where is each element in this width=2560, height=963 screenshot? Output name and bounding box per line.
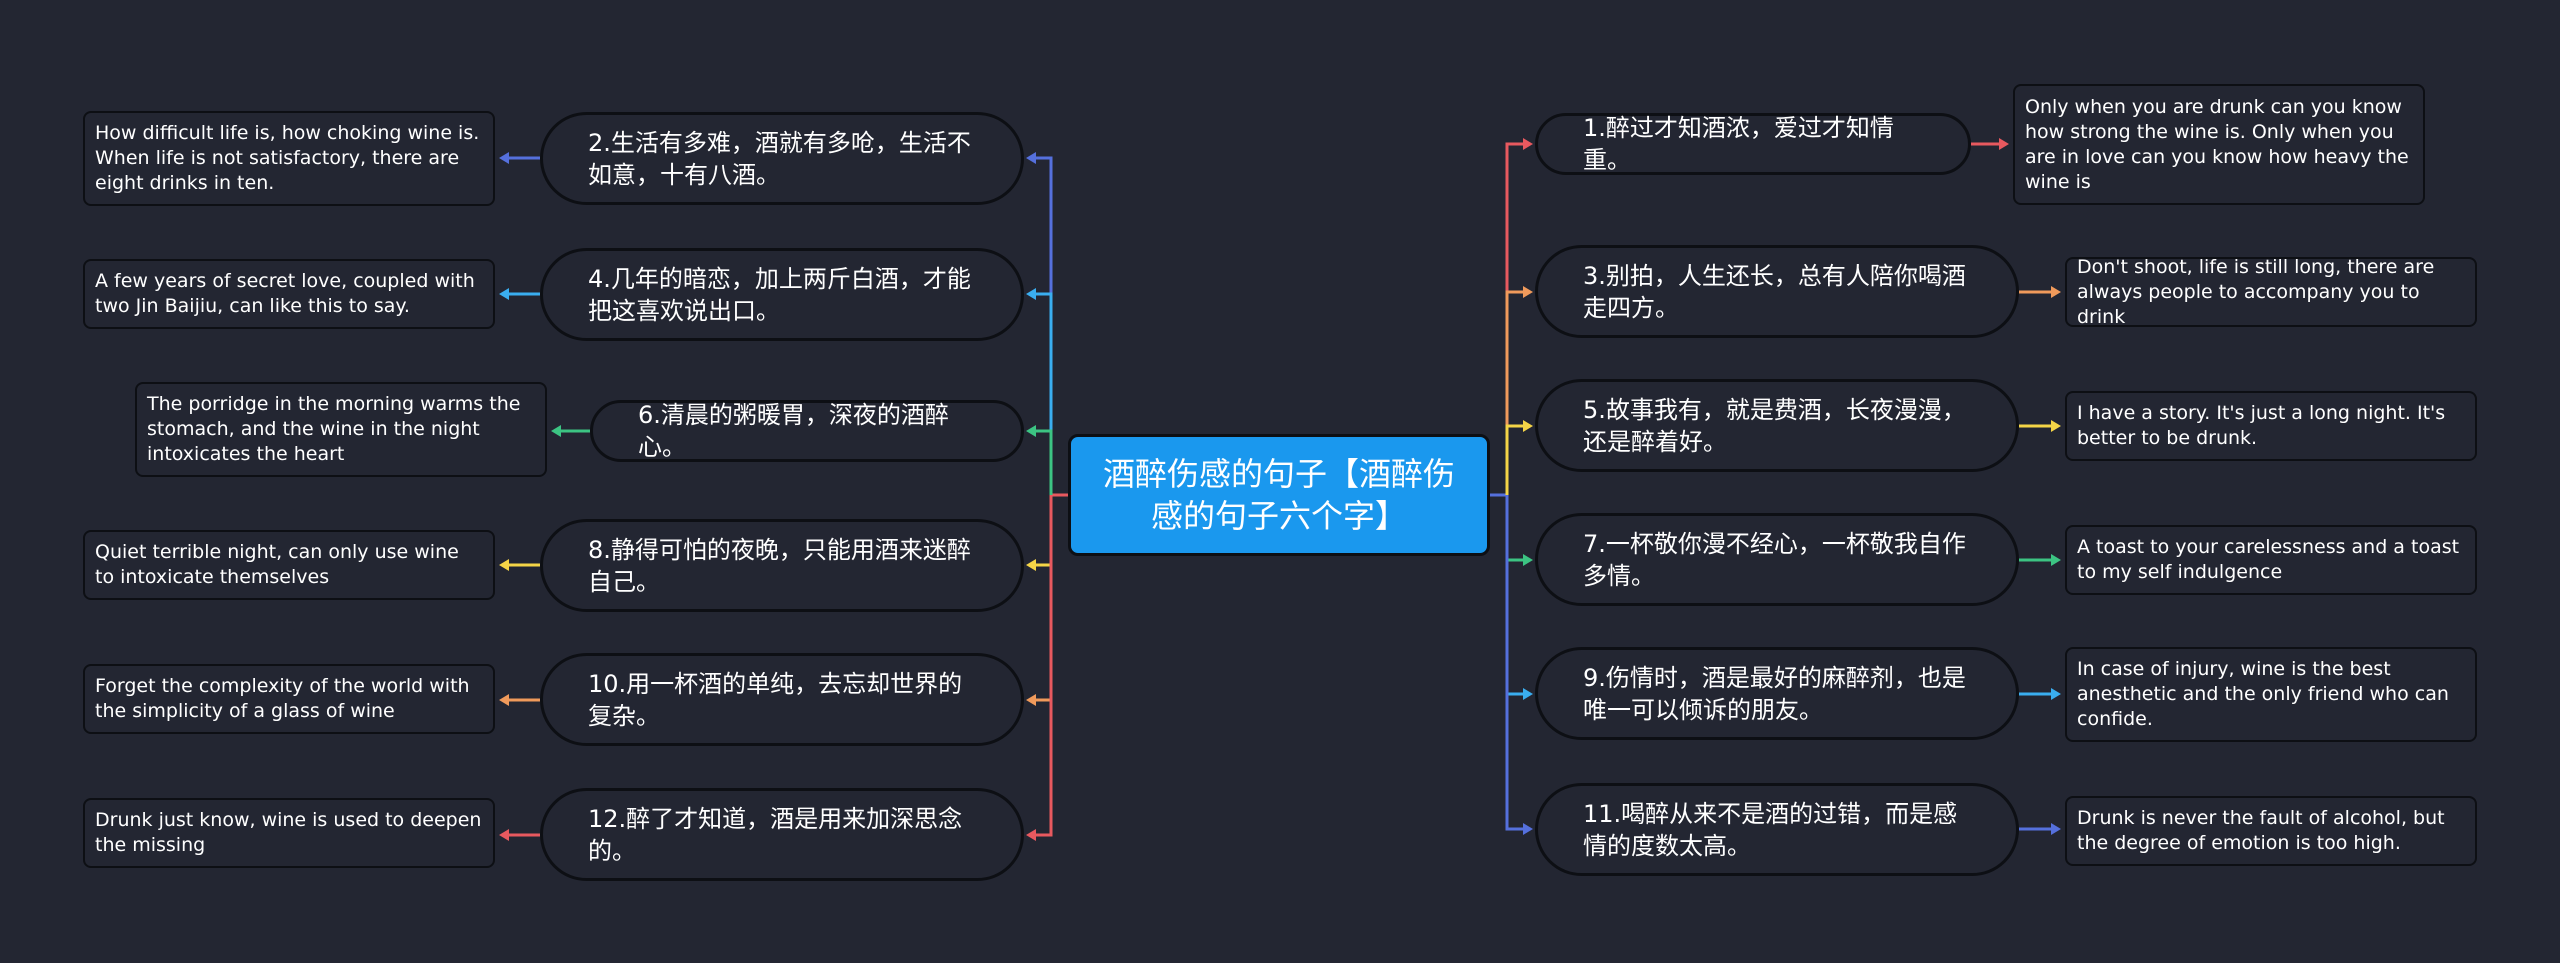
arrow-icon xyxy=(1999,138,2009,150)
leaf-text: Drunk is never the fault of alcohol, but… xyxy=(2077,807,2445,854)
branch-label: 9.伤情时，酒是最好的麻醉剂，也是唯一可以倾诉的朋友。 xyxy=(1583,663,1966,724)
branch-right-9[interactable]: 9.伤情时，酒是最好的麻醉剂，也是唯一可以倾诉的朋友。 xyxy=(1535,647,2019,740)
branch-left-10[interactable]: 10.用一杯酒的单纯，去忘却世界的复杂。 xyxy=(540,653,1024,746)
branch-label: 7.一杯敬你漫不经心，一杯敬我自作多情。 xyxy=(1583,529,1966,590)
connector-branch xyxy=(1505,290,1525,495)
arrow-icon xyxy=(1523,286,1533,298)
arrow-icon xyxy=(499,829,509,841)
branch-label: 3.别拍，人生还长，总有人陪你喝酒走四方。 xyxy=(1583,261,1966,322)
leaf-left-6[interactable]: The porridge in the morning warms the st… xyxy=(135,382,547,477)
connector-branch xyxy=(1505,495,1525,562)
connector-branch xyxy=(1034,495,1053,567)
leaf-right-9[interactable]: In case of injury, wine is the best anes… xyxy=(2065,647,2477,742)
branch-label: 10.用一杯酒的单纯，去忘却世界的复杂。 xyxy=(588,669,963,730)
leaf-text: A toast to your carelessness and a toast… xyxy=(2077,536,2460,583)
arrow-icon xyxy=(2051,688,2061,700)
connector-branch xyxy=(1034,429,1053,495)
central-topic-label: 酒醉伤感的句子【酒醉伤感的句子六个字】 xyxy=(1102,455,1455,535)
leaf-right-11[interactable]: Drunk is never the fault of alcohol, but… xyxy=(2065,796,2477,866)
branch-left-2[interactable]: 2.生活有多难，酒就有多呛，生活不如意，十有八酒。 xyxy=(540,112,1024,205)
connector-branch xyxy=(1034,495,1053,837)
arrow-icon xyxy=(499,559,509,571)
central-topic[interactable]: 酒醉伤感的句子【酒醉伤感的句子六个字】 xyxy=(1068,434,1490,556)
leaf-right-3[interactable]: Don't shoot, life is still long, there a… xyxy=(2065,255,2477,328)
branch-left-4[interactable]: 4.几年的暗恋，加上两斤白酒，才能把这喜欢说出口。 xyxy=(540,248,1024,341)
connector-branch xyxy=(1034,292,1053,495)
arrow-icon xyxy=(1026,694,1036,706)
leaf-right-7[interactable]: A toast to your carelessness and a toast… xyxy=(2065,525,2477,595)
leaf-left-12[interactable]: Drunk just know, wine is used to deepen … xyxy=(83,798,495,868)
leaf-text: Quiet terrible night, can only use wine … xyxy=(95,541,459,588)
branch-right-11[interactable]: 11.喝醉从来不是酒的过错，而是感情的度数太高。 xyxy=(1535,783,2019,876)
branch-left-6[interactable]: 6.清晨的粥暖胃，深夜的酒醉心。 xyxy=(590,400,1024,462)
connector-branch xyxy=(1034,495,1053,702)
arrow-icon xyxy=(1523,138,1533,150)
mindmap-canvas: 酒醉伤感的句子【酒醉伤感的句子六个字】 2.生活有多难，酒就有多呛，生活不如意，… xyxy=(0,0,2560,963)
arrow-icon xyxy=(1523,554,1533,566)
arrow-icon xyxy=(2051,420,2061,432)
leaf-text: Don't shoot, life is still long, there a… xyxy=(2077,255,2435,328)
arrow-icon xyxy=(2051,554,2061,566)
arrow-icon xyxy=(2051,823,2061,835)
arrow-icon xyxy=(499,288,509,300)
branch-label: 11.喝醉从来不是酒的过错，而是感情的度数太高。 xyxy=(1583,799,1958,860)
connector-branch xyxy=(1505,495,1525,696)
leaf-text: A few years of secret love, coupled with… xyxy=(95,270,475,317)
arrow-icon xyxy=(1026,152,1036,164)
arrow-icon xyxy=(551,425,561,437)
leaf-text: The porridge in the morning warms the st… xyxy=(147,393,521,465)
arrow-icon xyxy=(1523,823,1533,835)
arrow-icon xyxy=(499,694,509,706)
branch-label: 1.醉过才知酒浓，爱过才知情重。 xyxy=(1583,114,1894,174)
branch-right-7[interactable]: 7.一杯敬你漫不经心，一杯敬我自作多情。 xyxy=(1535,513,2019,606)
arrow-icon xyxy=(1523,420,1533,432)
leaf-left-10[interactable]: Forget the complexity of the world with … xyxy=(83,664,495,734)
branch-label: 2.生活有多难，酒就有多呛，生活不如意，十有八酒。 xyxy=(588,128,971,189)
branch-label: 8.静得可怕的夜晚，只能用酒来迷醉自己。 xyxy=(588,535,971,596)
connector-branch xyxy=(1034,156,1053,495)
leaf-left-8[interactable]: Quiet terrible night, can only use wine … xyxy=(83,530,495,600)
leaf-right-1[interactable]: Only when you are drunk can you know how… xyxy=(2013,84,2425,205)
branch-label: 12.醉了才知道，酒是用来加深思念的。 xyxy=(588,804,963,865)
leaf-text: Only when you are drunk can you know how… xyxy=(2025,95,2409,193)
branch-label: 5.故事我有，就是费酒，长夜漫漫，还是醉着好。 xyxy=(1583,395,1966,456)
arrow-icon xyxy=(1523,688,1533,700)
branch-right-5[interactable]: 5.故事我有，就是费酒，长夜漫漫，还是醉着好。 xyxy=(1535,379,2019,472)
arrow-icon xyxy=(1026,288,1036,300)
connector-branch xyxy=(1505,424,1525,495)
arrow-icon xyxy=(499,152,509,164)
branch-left-8[interactable]: 8.静得可怕的夜晚，只能用酒来迷醉自己。 xyxy=(540,519,1024,612)
arrow-icon xyxy=(1026,559,1036,571)
branch-label: 6.清晨的粥暖胃，深夜的酒醉心。 xyxy=(638,401,949,461)
leaf-left-2[interactable]: How difficult life is, how choking wine … xyxy=(83,111,495,206)
arrow-icon xyxy=(1026,829,1036,841)
branch-label: 4.几年的暗恋，加上两斤白酒，才能把这喜欢说出口。 xyxy=(588,264,971,325)
arrow-icon xyxy=(1026,425,1036,437)
leaf-text: I have a story. It's just a long night. … xyxy=(2077,402,2446,449)
branch-right-3[interactable]: 3.别拍，人生还长，总有人陪你喝酒走四方。 xyxy=(1535,245,2019,338)
leaf-text: How difficult life is, how choking wine … xyxy=(95,122,480,194)
leaf-text: In case of injury, wine is the best anes… xyxy=(2077,658,2449,730)
connector-branch xyxy=(1505,142,1525,495)
arrow-icon xyxy=(2051,286,2061,298)
connector-branch xyxy=(1505,495,1525,831)
leaf-right-5[interactable]: I have a story. It's just a long night. … xyxy=(2065,391,2477,461)
branch-right-1[interactable]: 1.醉过才知酒浓，爱过才知情重。 xyxy=(1535,113,1971,175)
leaf-text: Drunk just know, wine is used to deepen … xyxy=(95,809,482,856)
leaf-left-4[interactable]: A few years of secret love, coupled with… xyxy=(83,259,495,329)
branch-left-12[interactable]: 12.醉了才知道，酒是用来加深思念的。 xyxy=(540,788,1024,881)
leaf-text: Forget the complexity of the world with … xyxy=(95,675,470,722)
